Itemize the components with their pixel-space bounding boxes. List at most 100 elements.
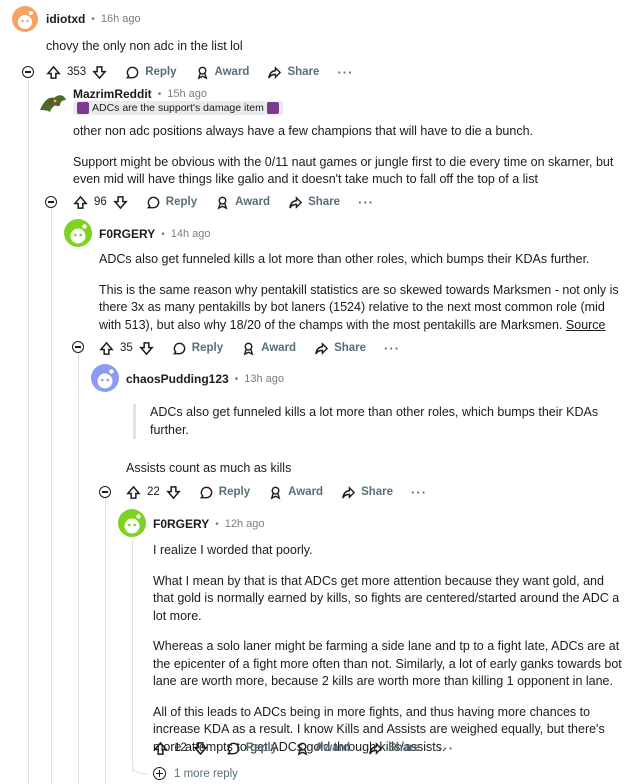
comment-icon [226,742,240,754]
more-options-button[interactable]: ··· [337,65,353,80]
comment-header: idiotxd • 16h ago [46,12,141,26]
share-button[interactable]: Share [288,195,340,210]
downvote-icon[interactable] [166,485,181,500]
award-button[interactable]: Award [295,741,350,756]
award-icon [243,342,254,355]
share-icon [268,65,282,79]
reply-button[interactable]: Reply [146,195,197,210]
snoo-avatar-icon [97,369,114,389]
avatar[interactable] [64,219,92,247]
comment-body: I realize I worded that poorly. What I m… [153,542,623,756]
reply-button[interactable]: Reply [226,741,277,756]
upvote-icon[interactable] [153,741,168,756]
share-button[interactable]: Share [341,485,393,500]
timestamp: 13h ago [244,373,284,385]
comment-header: F0RGERY • 14h ago [99,227,211,241]
collapse-thread-button[interactable] [72,341,84,353]
more-replies-button[interactable]: 1 more reply [153,767,238,780]
more-options-button[interactable]: ··· [438,741,454,756]
share-button[interactable]: Share [314,341,366,356]
award-icon [197,66,207,79]
share-icon [315,341,329,355]
user-flair: ADCs are the support's damage item [73,101,283,115]
collapse-thread-button[interactable] [99,486,111,498]
comment-paragraph: ADCs also get funneled kills a lot more … [99,252,590,266]
award-button[interactable]: Award [195,65,250,80]
downvote-icon[interactable] [113,195,128,210]
downvote-icon[interactable] [92,65,107,80]
avatar[interactable] [91,364,119,392]
award-button[interactable]: Award [268,485,323,500]
vote-group: 22 [126,485,181,500]
reply-button[interactable]: Reply [172,341,223,356]
share-label: Share [287,66,320,78]
comment-paragraph-text: This is the same reason why pentakill st… [99,282,619,332]
reply-button[interactable]: Reply [125,65,177,80]
avatar[interactable] [38,88,68,118]
source-link[interactable]: Source [566,318,606,332]
award-label: Award [214,66,250,78]
timestamp: 12h ago [224,518,265,530]
award-button[interactable]: Award [215,195,270,210]
reply-label: Reply [218,486,251,498]
collapse-thread-button[interactable] [45,196,57,208]
thread-line [28,80,29,784]
snoo-avatar-icon [124,514,141,534]
flair-emoji-icon [77,102,89,114]
separator-dot: • [91,13,95,25]
award-label: Award [235,196,271,208]
username[interactable]: idiotxd [46,12,85,26]
champion-avatar-icon [40,95,66,112]
comment-body: Assists count as much as kills [126,460,616,478]
upvote-icon[interactable] [99,341,114,356]
share-label: Share [308,196,341,208]
reply-label: Reply [145,66,177,78]
reply-label: Reply [191,342,224,354]
username[interactable]: F0RGERY [99,227,155,241]
username[interactable]: chaosPudding123 [126,372,229,386]
comment-body: ADCs also get funneled kills a lot more … [99,251,620,334]
separator-dot: • [157,88,162,100]
comment-actions: 353 Reply Award Share ··· [46,62,353,82]
comment-actions: 96 Reply Award Share ··· [73,192,374,212]
collapse-thread-button[interactable] [22,66,34,78]
comment-paragraph: What I mean by that is that ADCs get mor… [153,573,620,623]
more-options-button[interactable]: ··· [411,485,427,500]
upvote-icon[interactable] [73,195,88,210]
share-label: Share [361,486,394,498]
award-icon [297,742,308,755]
comment-paragraph: Whereas a solo laner might be farming a … [153,639,622,688]
award-button[interactable]: Award [241,341,296,356]
comment-body: other non adc positions always have a fe… [73,123,618,189]
plus-circle-icon [153,767,166,780]
more-replies-label: 1 more reply [174,767,238,780]
username[interactable]: F0RGERY [153,517,209,531]
share-button[interactable]: Share [267,65,319,80]
reply-button[interactable]: Reply [199,485,250,500]
more-options-button[interactable]: ··· [358,195,374,210]
comment-paragraph: chovy the only non adc in the list lol [46,39,243,53]
username[interactable]: MazrimReddit [73,87,152,101]
comment-icon [126,66,139,78]
separator-dot: • [215,518,219,530]
comment-header: F0RGERY • 12h ago [153,517,265,531]
downvote-icon[interactable] [193,741,208,756]
comment-icon [146,196,160,208]
comment-body: chovy the only non adc in the list lol [46,38,616,56]
thread-line [78,352,79,784]
timestamp: 16h ago [100,13,141,25]
vote-group: 12 [153,741,208,756]
avatar[interactable] [12,6,38,32]
reply-label: Reply [245,742,278,754]
share-icon [369,741,383,755]
comment-icon [172,342,186,354]
vote-score: 353 [67,66,87,78]
vote-score: 22 [147,486,160,498]
downvote-icon[interactable] [139,341,154,356]
more-options-button[interactable]: ··· [384,341,400,356]
avatar[interactable] [118,509,146,537]
comment-header: MazrimReddit • 15h ago [73,87,207,101]
upvote-icon[interactable] [46,65,61,80]
upvote-icon[interactable] [126,485,141,500]
share-button[interactable]: Share [368,741,420,756]
